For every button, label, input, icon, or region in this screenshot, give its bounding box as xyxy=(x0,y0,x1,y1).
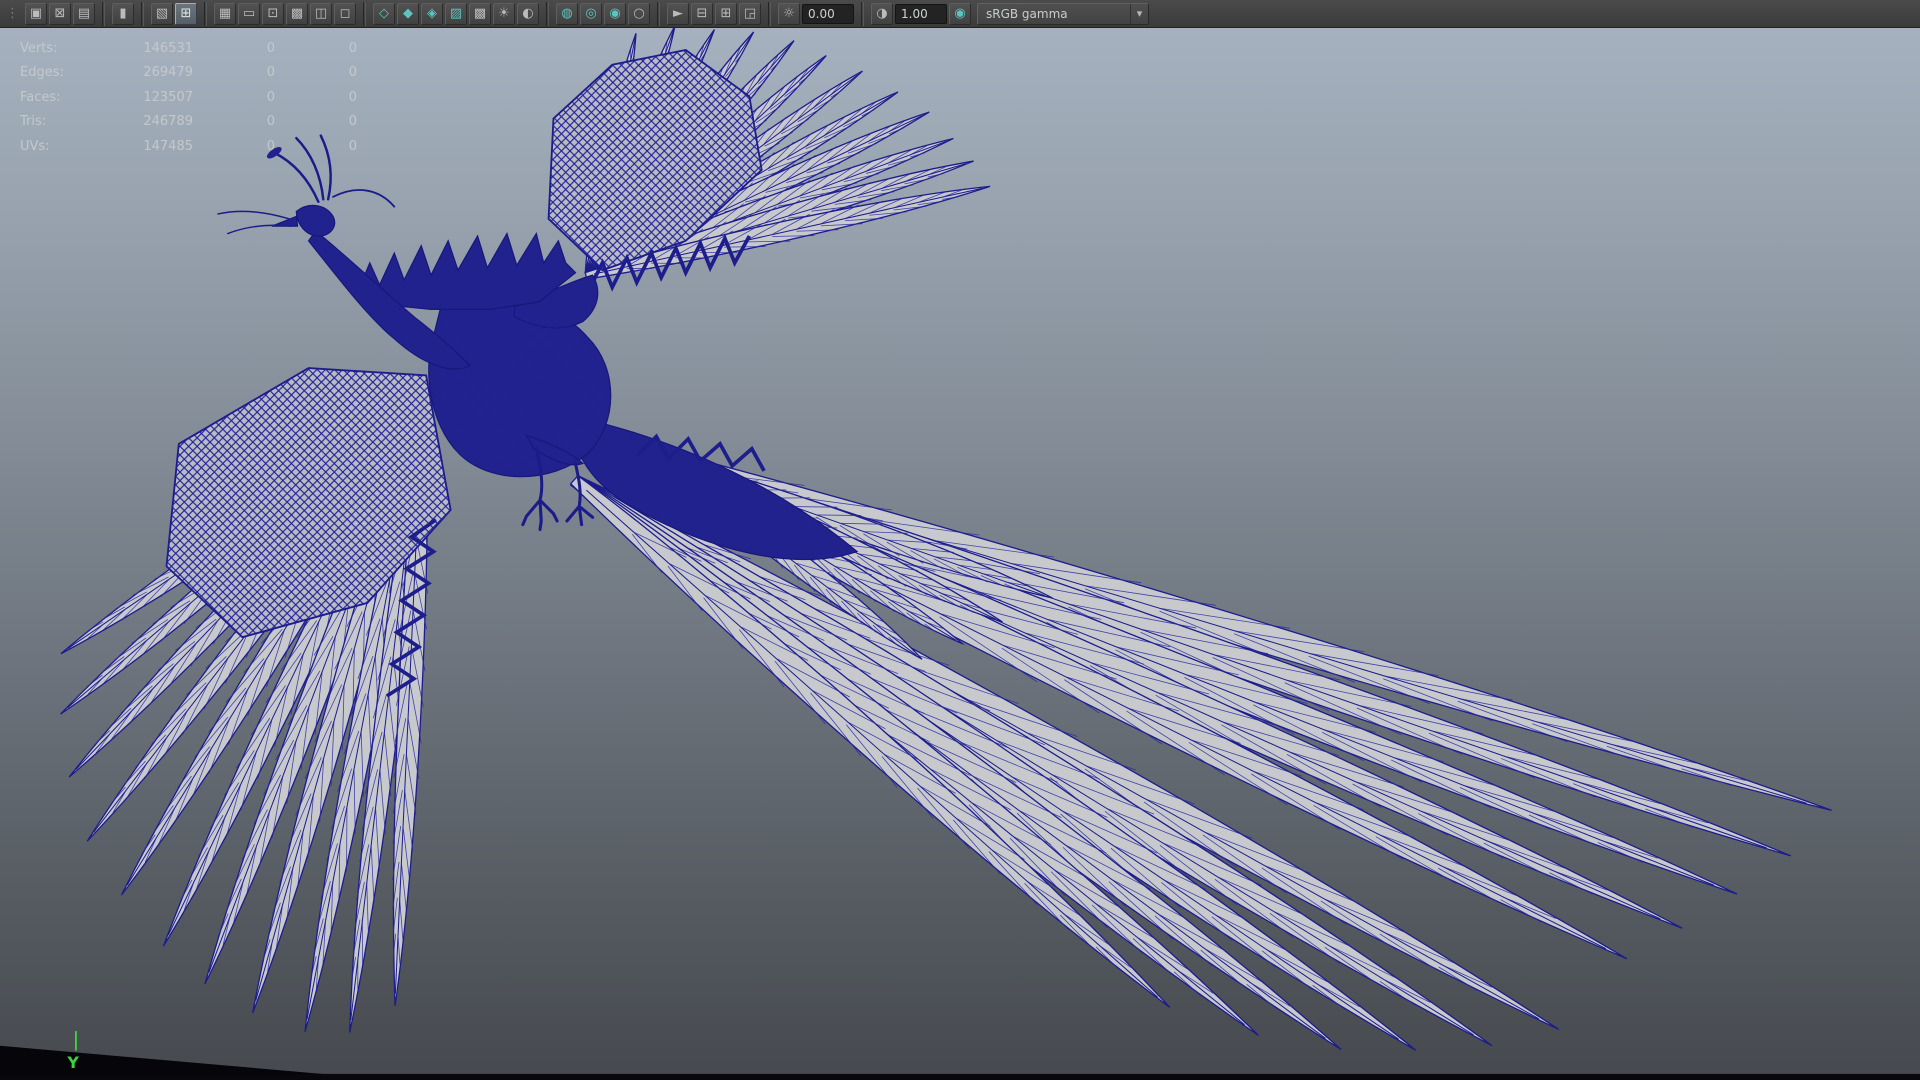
hud-row: Verts: 146531 0 0 xyxy=(20,36,357,61)
toolbar-separator xyxy=(546,1,549,26)
toolbar-separator xyxy=(363,1,366,26)
toolbar-separator xyxy=(141,1,144,26)
lock-camera-icon[interactable]: ⊠ xyxy=(49,2,71,25)
safe-title-icon[interactable]: ◻ xyxy=(334,2,356,25)
hud-label: Verts: xyxy=(20,40,58,56)
exposure-toggle-icon[interactable]: ☼ xyxy=(778,2,800,25)
smooth-shade-icon[interactable]: ◆ xyxy=(397,2,419,25)
lighting-icon[interactable]: ☀ xyxy=(493,2,515,25)
hud-col2: 0 xyxy=(266,114,275,130)
toolbar-icons: ▣ ⊠ ▤ ▮ ▧ ⊞ ▦ ▭ ⊡ ▩ ◫ ◻ ◇ ◆ ◈ ▨ ▩ ☀ ◐ ◍ ◎ ◉ ○ ► ⊟ ⊞ ◲ xyxy=(25,1,761,26)
film-gate-icon[interactable]: ▭ xyxy=(238,2,260,25)
occlusion-icon[interactable]: ◍ xyxy=(556,2,578,25)
hud-col2: 0 xyxy=(266,65,275,81)
two-d-pan-zoom-icon[interactable]: ⊞ xyxy=(175,2,197,25)
bottom-strip xyxy=(0,1073,1920,1080)
hud-label: Tris: xyxy=(20,114,47,130)
wireframe-on-shaded-icon[interactable]: ◈ xyxy=(421,2,443,25)
hud-row: Tris: 246789 0 0 xyxy=(20,110,357,135)
colorspace-dropdown[interactable]: sRGB gamma ▾ xyxy=(977,2,1149,25)
gate-mask-icon[interactable]: ▩ xyxy=(286,2,308,25)
toolbar-separator xyxy=(768,1,771,26)
wireframe-icon[interactable]: ◇ xyxy=(373,2,395,25)
toolbar-separator xyxy=(657,1,660,26)
toolbar-separator xyxy=(204,1,207,26)
shadows-icon[interactable]: ◐ xyxy=(517,2,539,25)
hud-value: 269479 xyxy=(143,65,193,81)
hud-col2: 0 xyxy=(266,89,275,105)
color-management-icon[interactable]: ◉ xyxy=(949,2,971,25)
multisample-icon[interactable]: ◉ xyxy=(604,2,626,25)
camera-attributes-icon[interactable]: ▤ xyxy=(73,2,95,25)
resolution-gate-icon[interactable]: ⊡ xyxy=(262,2,284,25)
colorspace-value: sRGB gamma xyxy=(986,6,1068,21)
hud-row: UVs: 147485 0 0 xyxy=(20,134,357,159)
toolbar-grip[interactable]: ⋮ xyxy=(6,6,19,21)
polycount-hud: Verts: 146531 0 0 Edges: 269479 0 0 Face… xyxy=(20,36,357,159)
add-view-icon[interactable]: ⊞ xyxy=(715,2,737,25)
isolate-select-icon[interactable]: ► xyxy=(667,2,689,25)
depth-peeling-icon[interactable]: ○ xyxy=(628,2,650,25)
bookmark-icon[interactable]: ▮ xyxy=(112,2,134,25)
hud-label: Edges: xyxy=(20,65,64,81)
select-camera-icon[interactable]: ▣ xyxy=(25,2,47,25)
exposure-input[interactable] xyxy=(802,3,854,24)
snapshot-icon[interactable]: ◲ xyxy=(739,2,761,25)
hud-value: 123507 xyxy=(143,89,193,105)
toolbar-separator xyxy=(861,1,864,26)
image-plane-icon[interactable]: ▧ xyxy=(151,2,173,25)
gamma-toggle-icon[interactable]: ◑ xyxy=(871,2,893,25)
hud-col3: 0 xyxy=(348,40,357,56)
safe-action-icon[interactable]: ◫ xyxy=(310,2,332,25)
hud-value: 246789 xyxy=(143,114,193,130)
textured-icon[interactable]: ▨ xyxy=(445,2,467,25)
viewport[interactable]: Verts: 146531 0 0 Edges: 269479 0 0 Face… xyxy=(0,28,1920,1080)
hud-value: 147485 xyxy=(143,138,193,154)
hud-row: Faces: 123507 0 0 xyxy=(20,85,357,110)
panel-toolbar: ⋮ ▣⊠▤▮▧⊞▦▭⊡▩◫◻◇◆◈▨▩☀◐◍◎◉○►⊟⊞◲ ☼ ◑ ◉ sRGB… xyxy=(0,0,1920,28)
hud-row: Edges: 269479 0 0 xyxy=(20,61,357,86)
gamma-input[interactable] xyxy=(895,3,947,24)
hud-col3: 0 xyxy=(348,114,357,130)
chevron-down-icon: ▾ xyxy=(1130,3,1148,24)
grid-icon[interactable]: ▦ xyxy=(214,2,236,25)
motion-blur-icon[interactable]: ◎ xyxy=(580,2,602,25)
hud-col3: 0 xyxy=(348,138,357,154)
hud-col2: 0 xyxy=(266,40,275,56)
hud-value: 146531 xyxy=(143,40,193,56)
use-default-material-icon[interactable]: ▩ xyxy=(469,2,491,25)
hud-label: UVs: xyxy=(20,138,50,154)
neck-head xyxy=(217,134,472,370)
wireframe-phoenix: Y xyxy=(0,28,1920,1080)
hud-label: Faces: xyxy=(20,89,61,105)
toolbar-separator xyxy=(102,1,105,26)
hud-col3: 0 xyxy=(348,89,357,105)
hud-col3: 0 xyxy=(348,65,357,81)
y-axis-label: Y xyxy=(66,1053,79,1072)
hud-col2: 0 xyxy=(266,138,275,154)
subtract-view-icon[interactable]: ⊟ xyxy=(691,2,713,25)
